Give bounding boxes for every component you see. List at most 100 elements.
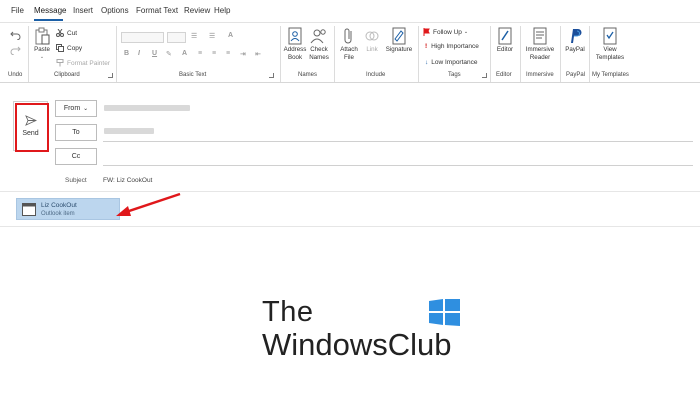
tab-review[interactable]: Review <box>184 6 210 15</box>
group-separator <box>560 26 561 82</box>
red-arrow-annotation <box>116 192 181 216</box>
tab-message[interactable]: Message <box>34 6 66 15</box>
bullets-icon[interactable]: ☰ <box>191 32 197 40</box>
high-importance-button[interactable]: ! High Importance <box>425 43 479 50</box>
indent-icon[interactable]: ⇥ <box>240 50 246 58</box>
cut-button[interactable]: Cut <box>56 29 77 37</box>
low-importance-label: Low Importance <box>431 59 478 66</box>
signature-button[interactable]: Signature <box>385 27 413 54</box>
paypal-icon <box>571 29 582 43</box>
numbering-icon[interactable]: ☰ <box>209 32 215 40</box>
bold-icon[interactable]: B <box>124 50 129 57</box>
address-book-icon <box>288 27 302 45</box>
tab-insert[interactable]: Insert <box>73 6 93 15</box>
group-separator <box>520 26 521 82</box>
clear-formatting-icon[interactable]: A <box>228 32 233 39</box>
check-names-button[interactable]: Check Names <box>309 27 329 61</box>
group-label-immersive: Immersive <box>526 72 554 78</box>
italic-icon[interactable]: I <box>138 50 140 57</box>
copy-icon <box>56 44 64 52</box>
tab-file[interactable]: File <box>11 6 24 15</box>
font-name-dropdown[interactable] <box>121 32 164 43</box>
calendar-icon <box>22 203 36 216</box>
attachment-item[interactable]: Liz CookOut Outlook item <box>16 198 120 220</box>
dialog-launcher-icon[interactable] <box>108 73 113 78</box>
chevron-down-icon: ⌄ <box>83 106 89 112</box>
follow-up-button[interactable]: Follow Up ⌄ <box>423 28 468 36</box>
immersive-reader-label-line2: Reader <box>529 53 551 61</box>
group-label-basic-text: Basic Text <box>179 72 207 78</box>
view-templates-button[interactable]: View Templates <box>595 27 625 61</box>
send-highlight-box <box>15 103 49 152</box>
paypal-label: PayPal <box>565 46 585 53</box>
from-address-redacted <box>104 105 190 111</box>
dialog-launcher-icon[interactable] <box>269 73 274 78</box>
arrow-down-icon: ↓ <box>425 59 429 66</box>
from-label: From <box>63 105 81 112</box>
view-templates-label-line2: Templates <box>595 53 625 61</box>
outdent-icon[interactable]: ⇤ <box>255 50 261 58</box>
group-label-names: Names <box>298 72 318 78</box>
cc-field-line[interactable] <box>103 165 693 166</box>
flag-icon <box>423 28 430 36</box>
high-importance-label: High Importance <box>431 43 479 50</box>
paste-button[interactable]: Paste ⌄ <box>33 27 51 61</box>
attach-file-button[interactable]: Attach File <box>338 27 360 61</box>
group-separator <box>334 26 335 82</box>
cut-label: Cut <box>67 29 78 37</box>
copy-button[interactable]: Copy <box>56 44 82 52</box>
to-label: To <box>72 129 80 136</box>
group-separator <box>280 26 281 82</box>
follow-up-label: Follow Up <box>433 28 462 36</box>
group-separator <box>589 26 590 82</box>
font-color-icon[interactable]: A <box>182 50 187 57</box>
redo-icon[interactable] <box>10 42 21 60</box>
editor-button[interactable]: Editor <box>494 27 516 54</box>
link-label: Link <box>366 46 378 53</box>
header-divider <box>0 191 700 192</box>
attach-file-label-line2: File <box>344 53 354 61</box>
dialog-launcher-icon[interactable] <box>482 73 487 78</box>
tab-options[interactable]: Options <box>101 6 129 15</box>
signature-label: Signature <box>385 46 413 53</box>
people-icon <box>310 29 326 44</box>
align-left-icon[interactable]: ≡ <box>198 50 202 57</box>
editor-icon <box>498 27 512 45</box>
immersive-reader-button[interactable]: Immersive Reader <box>524 27 556 61</box>
signature-icon <box>392 27 406 45</box>
group-label-my-templates: My Templates <box>592 72 629 78</box>
low-importance-button[interactable]: ↓ Low Importance <box>425 59 478 66</box>
from-button[interactable]: From ⌄ <box>55 100 97 117</box>
align-right-icon[interactable]: ≡ <box>226 50 230 57</box>
view-templates-label-line1: View <box>603 46 617 53</box>
active-tab-indicator <box>34 19 63 21</box>
templates-icon <box>603 27 617 45</box>
to-address-redacted <box>104 128 154 134</box>
align-center-icon[interactable]: ≡ <box>212 50 216 57</box>
group-label-tags: Tags <box>448 72 461 78</box>
to-field-line[interactable] <box>103 141 693 142</box>
exclamation-icon: ! <box>425 43 428 50</box>
address-book-label-line2: Book <box>287 53 303 61</box>
group-separator <box>490 26 491 82</box>
address-book-button[interactable]: Address Book <box>284 27 306 61</box>
tab-format-text[interactable]: Format Text <box>136 6 178 15</box>
cc-button[interactable]: Cc <box>55 148 97 165</box>
address-book-label-line1: Address <box>283 46 307 53</box>
format-painter-button[interactable]: Format Painter <box>56 59 110 67</box>
paypal-button[interactable]: PayPal <box>564 27 586 54</box>
format-painter-label: Format Painter <box>67 59 110 67</box>
body-divider <box>0 226 700 227</box>
underline-icon[interactable]: U <box>152 50 157 57</box>
subject-input[interactable]: FW: Liz CookOut <box>103 177 152 184</box>
to-button[interactable]: To <box>55 124 97 141</box>
tab-help[interactable]: Help <box>214 6 230 15</box>
windows-logo-icon <box>429 299 460 326</box>
group-label-include: Include <box>366 72 386 78</box>
link-button[interactable]: Link <box>362 27 382 54</box>
attach-file-label-line1: Attach <box>340 46 358 53</box>
link-icon <box>365 31 379 41</box>
highlight-icon[interactable]: ✎ <box>166 50 172 58</box>
menu-bar: File Message Insert Options Format Text … <box>0 0 700 22</box>
font-size-dropdown[interactable] <box>167 32 186 43</box>
